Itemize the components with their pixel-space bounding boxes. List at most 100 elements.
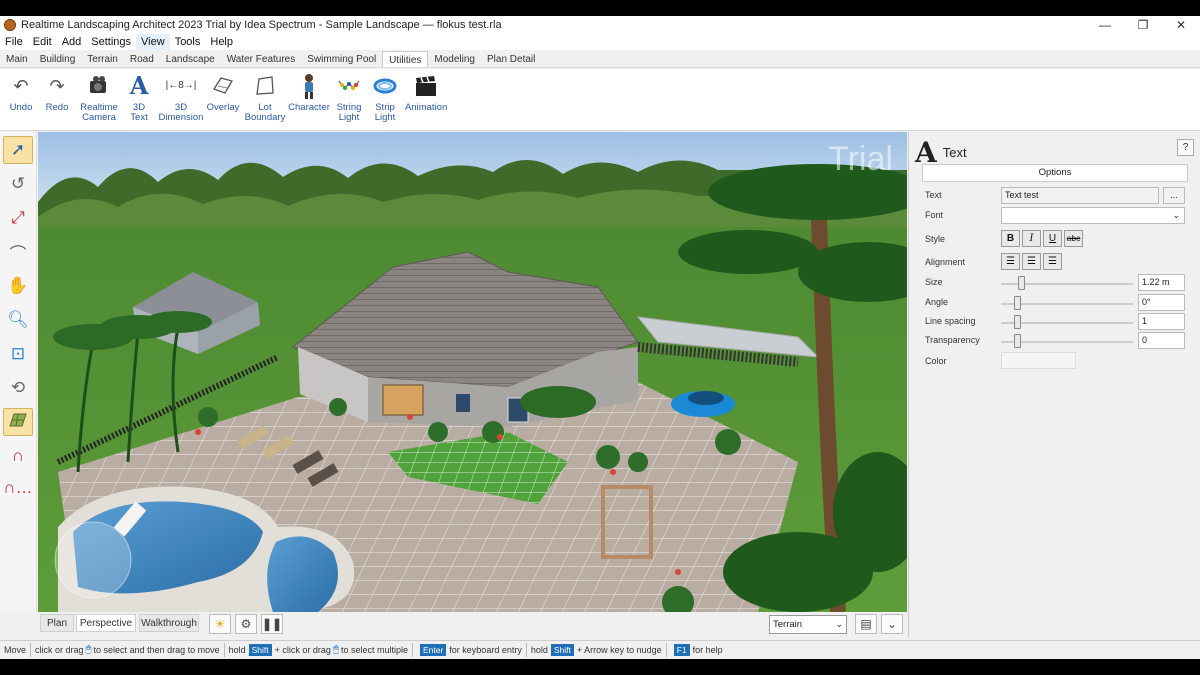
angle-slider[interactable] <box>1014 296 1021 310</box>
shift-key-badge: Shift <box>248 643 272 656</box>
help-button[interactable]: ? <box>1177 139 1194 156</box>
grid-tool[interactable] <box>3 408 33 436</box>
tab-swimming-pool[interactable]: Swimming Pool <box>301 51 382 67</box>
align-right-icon: ☰ <box>1048 256 1057 267</box>
overlay-button[interactable]: Overlay <box>206 73 240 113</box>
menu-view[interactable]: View <box>136 34 170 50</box>
mouse-icon: 🖱︎ <box>85 644 92 655</box>
snap-tool[interactable]: ∩ <box>3 442 33 470</box>
layer-select[interactable]: Terrain ⌄ <box>769 615 847 634</box>
hand-icon: ✋ <box>7 276 29 295</box>
lot-boundary-button[interactable]: Lot Boundary <box>244 73 286 123</box>
bold-button[interactable]: B <box>1001 230 1020 247</box>
zoom-extents-tool[interactable]: ⊡ <box>3 340 33 368</box>
rotate-tool[interactable]: ↺ <box>3 170 33 198</box>
tab-building[interactable]: Building <box>34 51 82 67</box>
strip-light-button[interactable]: Strip Light <box>370 73 400 123</box>
3d-viewport[interactable]: Trial <box>38 132 907 612</box>
grid-icon <box>8 412 28 433</box>
ribbon-toolbar: ↶ Undo ↷ Redo Realtime Camera A 3D Text … <box>0 69 1200 131</box>
window-controls: — ❐ ✕ <box>1086 16 1200 34</box>
pause-button[interactable]: ❚❚ <box>261 614 283 634</box>
menu-help[interactable]: Help <box>205 34 238 50</box>
menu-bar: File Edit Add Settings View Tools Help <box>0 34 1200 50</box>
rotate-icon: ↺ <box>10 174 26 193</box>
tab-modeling[interactable]: Modeling <box>428 51 481 67</box>
font-select[interactable]: ⌄ <box>1001 207 1185 224</box>
tab-walkthrough-view[interactable]: Walkthrough <box>139 614 199 632</box>
snap-options-tool[interactable]: ∩… <box>3 474 33 502</box>
strikethrough-button[interactable]: abc <box>1064 230 1083 247</box>
menu-tools[interactable]: Tools <box>170 34 206 50</box>
text-input[interactable]: Text test <box>1001 187 1159 204</box>
tab-plan-detail[interactable]: Plan Detail <box>481 51 541 67</box>
expand-button[interactable]: ⌄ <box>881 614 903 634</box>
chevron-down-icon: ⌄ <box>886 617 898 631</box>
zoom-tool[interactable]: 🔍︎ <box>3 306 33 334</box>
close-button[interactable]: ✕ <box>1162 16 1200 34</box>
transparency-slider[interactable] <box>1014 334 1021 348</box>
align-center-button[interactable]: ☰ <box>1022 253 1041 270</box>
layers-button[interactable]: ▤ <box>855 614 877 634</box>
text-edit-button[interactable]: ... <box>1163 187 1185 204</box>
alignment-label: Alignment <box>925 257 966 267</box>
color-swatch[interactable] <box>1001 352 1076 369</box>
string-light-button[interactable]: String Light <box>334 73 364 123</box>
menu-add[interactable]: Add <box>57 34 87 50</box>
shift-key-badge: Shift <box>550 643 574 656</box>
tab-plan-view[interactable]: Plan <box>40 614 74 632</box>
3d-dimension-button[interactable]: |←8→| 3D Dimension <box>158 73 204 123</box>
select-tool[interactable]: ➚ <box>3 136 33 164</box>
underline-button[interactable]: U <box>1043 230 1062 247</box>
tab-main[interactable]: Main <box>0 51 34 67</box>
menu-file[interactable]: File <box>0 34 28 50</box>
font-label: Font <box>925 210 944 220</box>
align-left-button[interactable]: ☰ <box>1001 253 1020 270</box>
redo-button[interactable]: ↷ Redo <box>42 73 72 113</box>
animation-button[interactable]: Animation <box>405 73 447 113</box>
size-slider[interactable] <box>1018 276 1025 290</box>
redo-icon: ↷ <box>49 76 65 96</box>
tab-landscape[interactable]: Landscape <box>160 51 221 67</box>
minimize-button[interactable]: — <box>1086 16 1124 34</box>
trial-watermark: Trial <box>828 140 893 178</box>
menu-edit[interactable]: Edit <box>28 34 57 50</box>
chevron-down-icon: ⌄ <box>835 619 843 629</box>
undo-button[interactable]: ↶ Undo <box>6 73 36 113</box>
line-spacing-slider[interactable] <box>1014 315 1021 329</box>
pause-icon: ❚❚ <box>261 617 283 631</box>
sun-icon: ☀ <box>214 617 226 631</box>
tab-perspective-view[interactable]: Perspective <box>76 614 136 632</box>
line-spacing-input[interactable]: 1 <box>1138 313 1185 330</box>
arc-tool[interactable]: ⌒ <box>3 238 33 266</box>
size-input[interactable]: 1.22 m <box>1138 274 1185 291</box>
tab-utilities[interactable]: Utilities <box>382 51 429 67</box>
line-spacing-label: Line spacing <box>925 316 976 326</box>
maximize-button[interactable]: ❐ <box>1124 16 1162 34</box>
properties-panel: A Text ? Options Text Text test ... Font… <box>908 132 1200 637</box>
3d-text-button[interactable]: A 3D Text <box>126 73 152 123</box>
app-logo-icon <box>4 19 16 31</box>
transparency-input[interactable]: 0 <box>1138 332 1185 349</box>
enter-key-badge: Enter <box>419 643 447 656</box>
tab-water-features[interactable]: Water Features <box>221 51 302 67</box>
options-button[interactable]: Options <box>922 164 1188 182</box>
orbit-tool[interactable]: ⟲ <box>3 374 33 402</box>
magnet-more-icon: ∩… <box>3 478 33 497</box>
view-bar: Plan Perspective Walkthrough ☀ ⚙ ❚❚ Terr… <box>38 612 907 637</box>
character-button[interactable]: Character <box>288 73 330 113</box>
angle-input[interactable]: 0° <box>1138 294 1185 311</box>
pan-tool[interactable]: ✋ <box>3 272 33 300</box>
italic-button[interactable]: I <box>1022 230 1041 247</box>
tab-terrain[interactable]: Terrain <box>81 51 124 67</box>
orbit-icon: ⟲ <box>10 378 26 397</box>
realtime-camera-button[interactable]: Realtime Camera <box>80 73 118 123</box>
layers-icon: ▤ <box>860 617 872 631</box>
menu-settings[interactable]: Settings <box>86 34 136 50</box>
sun-button[interactable]: ☀ <box>209 614 231 634</box>
align-right-button[interactable]: ☰ <box>1043 253 1062 270</box>
measure-tool[interactable]: ⤢ <box>3 204 33 232</box>
tab-road[interactable]: Road <box>124 51 160 67</box>
settings-button[interactable]: ⚙ <box>235 614 257 634</box>
color-label: Color <box>925 356 947 366</box>
